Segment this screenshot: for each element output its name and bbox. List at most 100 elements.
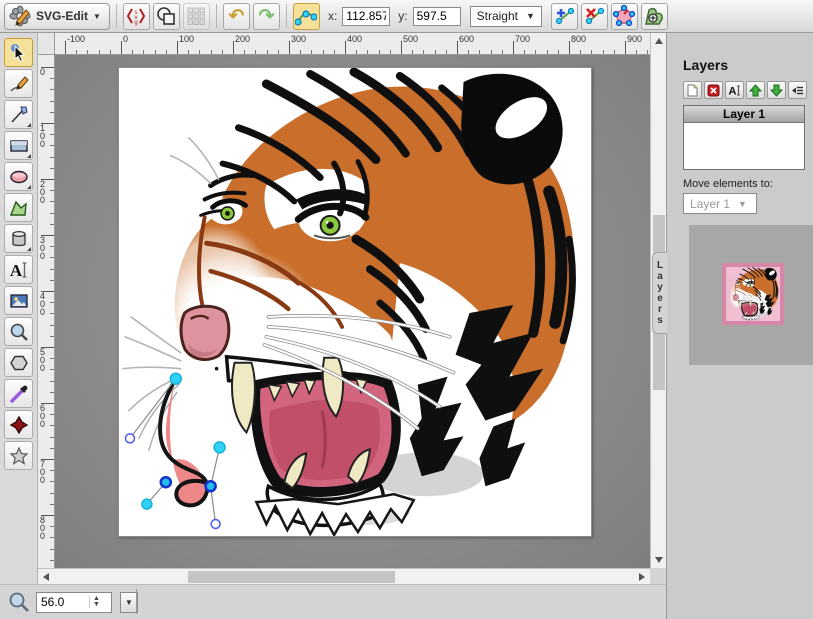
layers-title: Layers: [683, 57, 813, 73]
delete-layer-icon: [707, 84, 720, 97]
eyedropper-icon: [9, 384, 29, 404]
edit-source-button[interactable]: s v g: [123, 3, 150, 30]
move-elements-value: Layer 1: [690, 197, 730, 211]
add-node-icon: [553, 5, 575, 27]
tool-rectangle[interactable]: [4, 131, 33, 160]
svg-text:g: g: [135, 20, 138, 26]
chevron-down-icon: ▼: [526, 11, 535, 21]
y-coordinate-input[interactable]: [413, 7, 461, 26]
tool-shapes[interactable]: [4, 410, 33, 439]
text-icon: A: [9, 260, 29, 280]
tool-line[interactable]: [4, 100, 33, 129]
x-coordinate-label: x:: [328, 9, 337, 23]
delete-node-button[interactable]: [581, 3, 608, 30]
shape-overlap-icon: [156, 6, 176, 26]
redo-icon: ↷: [258, 7, 274, 26]
tool-image[interactable]: [4, 286, 33, 315]
layer-options-icon: [791, 84, 804, 97]
zoom-level-spinner[interactable]: ▲▼: [36, 592, 112, 613]
move-elements-select[interactable]: Layer 1 ▼: [683, 193, 757, 214]
horizontal-scroll-thumb[interactable]: [188, 571, 395, 583]
open-close-path-button[interactable]: [611, 3, 638, 30]
arrow-left-icon: [43, 573, 49, 581]
toolbar-separator: [116, 4, 117, 28]
undo-button[interactable]: ↶: [223, 3, 250, 30]
svg-edit-logo-icon: [9, 5, 31, 27]
tool-polygon[interactable]: [4, 348, 33, 377]
arrow-right-icon: [639, 573, 645, 581]
thumbnail-tiger-image: [726, 267, 780, 321]
edit-path-fill[interactable]: [166, 379, 205, 505]
horizontal-scrollbar[interactable]: [38, 568, 650, 584]
path-node[interactable]: [170, 373, 181, 384]
tool-text[interactable]: A: [4, 255, 33, 284]
main-menu-label: SVG-Edit: [36, 9, 88, 23]
tool-select[interactable]: [4, 38, 33, 67]
new-layer-icon: [686, 84, 699, 97]
zoom-icon: [8, 591, 30, 613]
zoom-level-input[interactable]: [37, 595, 89, 609]
redo-button[interactable]: ↷: [253, 3, 280, 30]
submenu-arrow-icon: [27, 154, 31, 158]
layer-buttons: A: [683, 81, 813, 99]
node-edit-icon: [295, 5, 317, 27]
star-icon: [9, 446, 29, 466]
canvas-thumbnail[interactable]: [722, 263, 784, 325]
control-handle[interactable]: [125, 434, 134, 443]
layer-list-body[interactable]: [684, 123, 804, 169]
rectangle-icon: [9, 136, 29, 156]
scroll-down-button[interactable]: [651, 552, 667, 568]
add-subpath-button[interactable]: [641, 3, 668, 30]
layers-panel-toggle[interactable]: Layers: [652, 252, 667, 334]
cylinder-icon: [9, 229, 29, 249]
layer-options-button[interactable]: [788, 81, 807, 99]
tool-pencil[interactable]: [4, 69, 33, 98]
arrow-down-green-icon: [770, 84, 783, 97]
path-node[interactable]: [214, 442, 225, 453]
open-path-icon: [613, 5, 635, 27]
grid-button[interactable]: [183, 3, 210, 30]
document-properties-button[interactable]: [153, 3, 180, 30]
path-node-selected[interactable]: [206, 481, 216, 491]
control-handle[interactable]: [211, 520, 220, 529]
canvas-viewport[interactable]: [55, 55, 650, 568]
main-menu-button[interactable]: SVG-Edit ▼: [4, 3, 110, 30]
toolbar-separator: [286, 4, 287, 28]
delete-layer-button[interactable]: [704, 81, 723, 99]
rename-layer-button[interactable]: A: [725, 81, 744, 99]
rename-layer-icon: A: [728, 84, 741, 97]
move-elements-label: Move elements to:: [683, 178, 813, 190]
segment-type-select[interactable]: Straight ▼: [470, 6, 542, 27]
tool-ellipse[interactable]: [4, 162, 33, 191]
tool-eyedropper[interactable]: [4, 379, 33, 408]
layer-list: Layer 1: [683, 105, 805, 170]
y-coordinate-label: y:: [398, 9, 407, 23]
tool-zoom[interactable]: [4, 317, 33, 346]
path-node[interactable]: [142, 499, 152, 509]
new-layer-button[interactable]: [683, 81, 702, 99]
x-coordinate-input[interactable]: [342, 7, 390, 26]
layer-row-selected[interactable]: Layer 1: [684, 106, 804, 123]
svg-source-icon: s v g: [126, 6, 146, 26]
path-node-selected[interactable]: [161, 477, 171, 487]
arrow-up-icon: [655, 38, 663, 44]
scroll-right-button[interactable]: [634, 569, 650, 585]
scroll-up-button[interactable]: [651, 33, 667, 49]
tool-path[interactable]: [4, 193, 33, 222]
canvas-page[interactable]: [118, 67, 592, 537]
scroll-left-button[interactable]: [38, 569, 54, 585]
spinner-arrows-icon[interactable]: ▲▼: [89, 596, 103, 608]
top-toolbar: SVG-Edit ▼ s v g: [0, 0, 813, 33]
move-layer-down-button[interactable]: [767, 81, 786, 99]
move-layer-up-button[interactable]: [746, 81, 765, 99]
magnifier-icon: [9, 322, 29, 342]
select-icon: [9, 43, 29, 63]
ruler-corner: [38, 33, 55, 55]
maltese-cross-icon: [9, 415, 29, 435]
tool-shape-library[interactable]: [4, 224, 33, 253]
segment-type-value: Straight: [477, 9, 518, 23]
tool-star[interactable]: [4, 441, 33, 470]
node-edit-mode-button[interactable]: [293, 3, 320, 30]
workspace: -1000100200300400500600700800900 01 0 02…: [38, 33, 666, 584]
add-node-button[interactable]: [551, 3, 578, 30]
